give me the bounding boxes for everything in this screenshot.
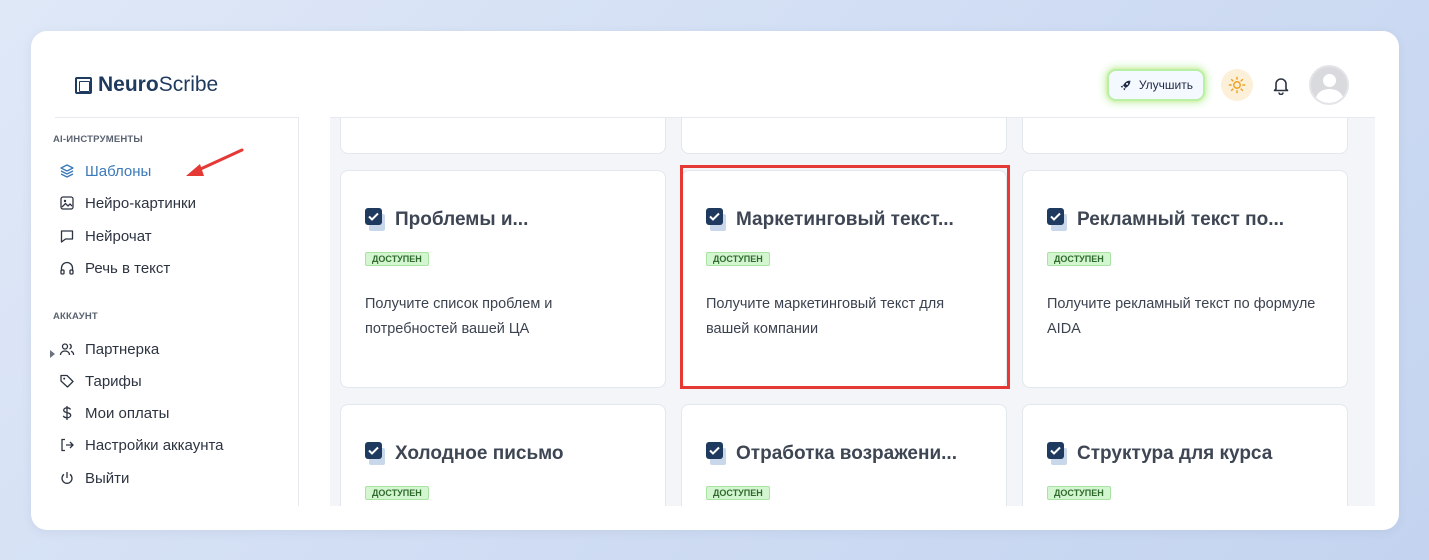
checkbox-icon [1047, 208, 1069, 232]
card-title-text: Проблемы и... [395, 209, 529, 230]
template-card[interactable]: Структура для курса ДОСТУПЕН [1022, 404, 1348, 506]
notifications-button[interactable] [1269, 73, 1293, 97]
upgrade-button[interactable]: Улучшить [1106, 69, 1205, 101]
expand-caret-icon[interactable] [50, 350, 55, 358]
checkbox-icon [365, 442, 387, 466]
card-title: Рекламный текст по... [1047, 208, 1284, 232]
card-title-text: Структура для курса [1077, 443, 1273, 464]
header-actions: Улучшить [1106, 65, 1349, 105]
checkbox-icon [706, 442, 728, 466]
template-card[interactable]: Проблемы и... ДОСТУПЕН Получите список п… [340, 170, 666, 388]
section-title-account: АККАУНТ [53, 311, 98, 322]
sidebar-item-label: Шаблоны [85, 162, 152, 180]
login-icon [61, 438, 74, 452]
sidebar-item-label: Выйти [85, 469, 130, 487]
sidebar-item-label: Партнерка [85, 340, 160, 358]
users-icon [59, 343, 75, 356]
card-title: Отработка возражени... [706, 442, 957, 466]
card-title: Проблемы и... [365, 208, 528, 232]
sidebar-item-logout[interactable]: Выйти [59, 468, 129, 488]
checkbox-icon [1047, 442, 1069, 466]
template-card[interactable]: Рекламный текст по... ДОСТУПЕН Получите … [1022, 170, 1348, 388]
status-badge: ДОСТУПЕН [365, 252, 429, 266]
sidebar-item-neuro-images[interactable]: Нейро-картинки [59, 193, 196, 213]
headphones-icon [60, 261, 74, 275]
status-badge: ДОСТУПЕН [1047, 486, 1111, 500]
card-title-text: Рекламный текст по... [1077, 209, 1285, 230]
card-title: Холодное письмо [365, 442, 564, 466]
template-card-partial[interactable] [340, 118, 666, 154]
card-title-text: Холодное письмо [395, 443, 564, 464]
logo[interactable]: NeuroScribe [75, 73, 218, 97]
brand-name-light: Scribe [158, 73, 219, 96]
chat-icon [60, 230, 74, 243]
checkbox-icon [365, 208, 387, 232]
card-description: Получите список проблем и потребностей в… [365, 296, 553, 337]
sidebar-item-payments[interactable]: Мои оплаты [59, 403, 169, 423]
card-title-text: Отработка возражени... [736, 443, 957, 464]
sidebar-item-label: Нейро-картинки [85, 194, 196, 212]
image-icon [60, 196, 74, 210]
sidebar-item-label: Настройки аккаунта [85, 436, 224, 454]
sun-icon [1228, 76, 1246, 94]
sidebar-item-partner[interactable]: Партнерка [59, 339, 159, 359]
sidebar-item-tariffs[interactable]: Тарифы [59, 371, 142, 391]
annotation-arrow-icon [186, 148, 244, 176]
layers-icon [60, 164, 74, 178]
power-icon [61, 472, 73, 484]
section-title-tools: AI-ИНСТРУМЕНТЫ [53, 134, 143, 145]
sidebar-item-label: Мои оплаты [85, 404, 170, 422]
status-badge: ДОСТУПЕН [365, 486, 429, 500]
template-card-partial[interactable] [1022, 118, 1348, 154]
bell-icon [1273, 78, 1289, 95]
template-card[interactable]: Отработка возражени... ДОСТУПЕН [681, 404, 1007, 506]
sidebar-item-label: Речь в текст [85, 259, 171, 277]
app-window: NeuroScribe Улучшить AI-ИНСТРУМЕНТЫ Шабл… [31, 31, 1399, 530]
status-badge: ДОСТУПЕН [706, 486, 770, 500]
card-description: Получите рекламный текст по формуле AIDA [1047, 296, 1316, 337]
tag-icon [60, 374, 74, 388]
logo-icon [75, 76, 92, 94]
brand-name-bold: Neuro [98, 73, 159, 96]
card-title: Структура для курса [1047, 442, 1272, 466]
sidebar-item-label: Тарифы [85, 372, 142, 390]
sidebar-item-account-settings[interactable]: Настройки аккаунта [59, 435, 224, 455]
rocket-icon [1120, 80, 1131, 90]
dollar-icon [62, 406, 72, 420]
avatar[interactable] [1309, 65, 1349, 105]
template-card-partial[interactable] [681, 118, 1007, 154]
sidebar-item-speech-to-text[interactable]: Речь в текст [59, 258, 170, 278]
theme-toggle[interactable] [1221, 69, 1253, 101]
sidebar-item-templates[interactable]: Шаблоны [59, 161, 151, 181]
template-card[interactable]: Холодное письмо ДОСТУПЕН [340, 404, 666, 506]
annotation-highlight-box [680, 165, 1010, 389]
sidebar-item-label: Нейрочат [85, 227, 152, 245]
upgrade-label: Улучшить [1138, 78, 1193, 92]
sidebar-item-neurochat[interactable]: Нейрочат [59, 226, 152, 246]
status-badge: ДОСТУПЕН [1047, 252, 1111, 266]
